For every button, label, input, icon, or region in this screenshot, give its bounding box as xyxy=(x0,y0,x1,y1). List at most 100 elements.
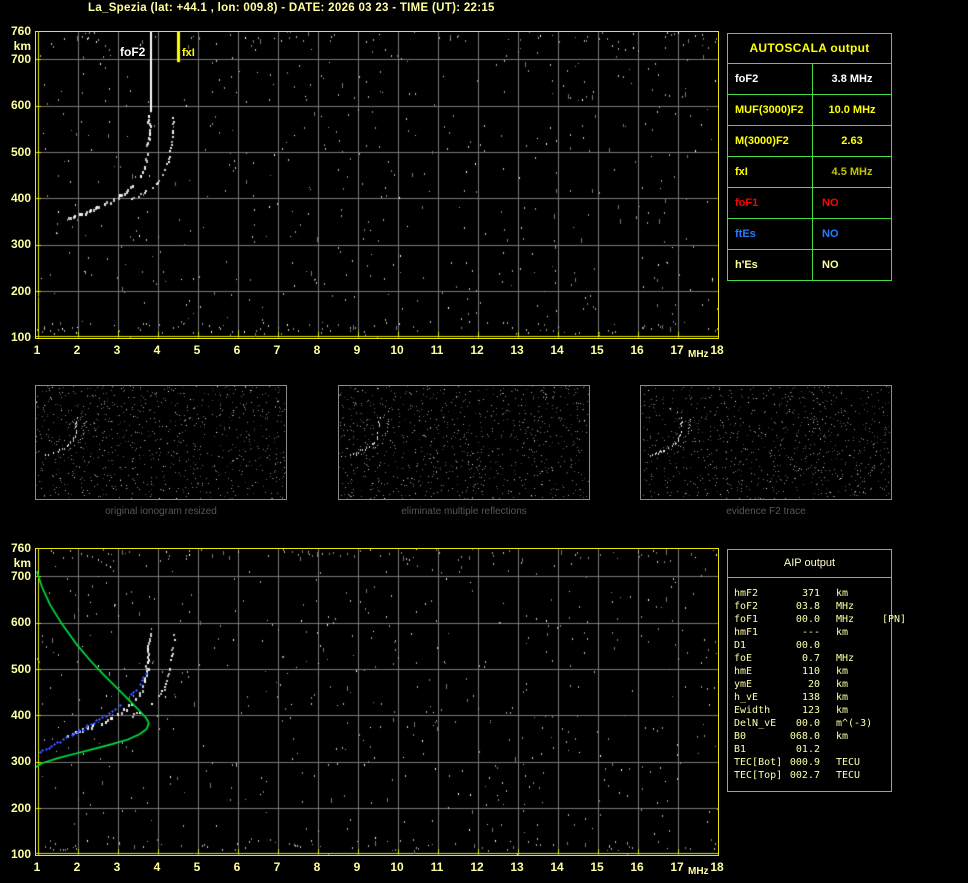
y-axis-tick-label: 300 xyxy=(10,237,31,252)
x-axis-tick-label: 4 xyxy=(153,343,161,357)
y-axis-tick-label: 700 xyxy=(10,51,31,66)
y-axis-tick-label: 760 xyxy=(10,24,31,38)
autoscala-row-label: h'Es xyxy=(728,250,813,280)
autoscala-row: fxI 4.5 MHz xyxy=(728,157,891,188)
aip-row-label: TEC[Bot] xyxy=(734,757,783,768)
x-axis-tick-label: 12 xyxy=(470,343,484,357)
aip-row-unit: km xyxy=(836,666,849,677)
x-axis-tick-label: 5 xyxy=(193,343,201,357)
autoscala-row: h'Es NO xyxy=(728,250,891,280)
thumbnail-canvas xyxy=(36,386,286,499)
y-axis-tick-label: 200 xyxy=(10,283,31,298)
autoscala-row-value: 3.8 MHz xyxy=(831,73,873,85)
x-axis-tick-label: 4 xyxy=(153,860,161,874)
thumbnail-caption: original ionogram resized xyxy=(105,506,217,517)
aip-row-label: TEC[Top] xyxy=(734,770,783,781)
autoscala-row-value: NO xyxy=(822,259,839,271)
x-axis-tick-label: 11 xyxy=(430,860,444,874)
aip-row-value: 000.9 xyxy=(789,757,820,768)
x-axis-tick-label: 1 xyxy=(33,343,41,357)
aip-row: B0 068.0 km xyxy=(734,730,891,743)
bottom-plot-frame xyxy=(35,548,719,856)
aip-row: hmF2 371 km xyxy=(734,587,891,600)
x-axis-tick-label: 8 xyxy=(313,343,321,357)
aip-row-value: 0.7 xyxy=(801,653,820,664)
aip-row-value: --- xyxy=(801,627,820,638)
thumbnail-evidence-f2 xyxy=(640,385,892,500)
aip-row: DelN_vE 00.0 m^(-3) xyxy=(734,717,891,730)
aip-row-label: foE xyxy=(734,653,753,664)
top-plot-frame: foF2 fxI xyxy=(35,31,719,339)
aip-row-unit: MHz xyxy=(836,601,855,612)
y-axis-tick-label: 100 xyxy=(10,330,31,344)
x-axis-tick-label: 9 xyxy=(353,860,361,874)
y-axis-tick-label: 500 xyxy=(10,661,31,676)
aip-row-value: 110 xyxy=(801,666,820,677)
aip-row-label: hmF1 xyxy=(734,627,759,638)
x-axis-tick-label: 16 xyxy=(630,343,644,357)
thumbnail-canvas xyxy=(641,386,891,499)
autoscala-row-label: ftEs xyxy=(728,219,813,249)
aip-row-value: 371 xyxy=(801,588,820,599)
x-axis-tick-label: 13 xyxy=(510,860,524,874)
autoscala-rows: foF2 3.8 MHz MUF(3000)F2 10.0 MHz M(3000)F2 2… xyxy=(728,64,891,280)
aip-row-label: h_vE xyxy=(734,692,759,703)
x-axis-tick-label: 7 xyxy=(273,860,281,874)
x-axis-tick-label: 6 xyxy=(233,343,241,357)
aip-header: AIP output xyxy=(728,550,891,578)
x-axis-tick-label: 11 xyxy=(430,343,444,357)
y-axis-tick-label: 760 xyxy=(10,541,31,555)
aip-row-label: B0 xyxy=(734,731,747,742)
aip-row-value: 00.0 xyxy=(795,718,820,729)
autoscala-row-value: NO xyxy=(822,197,839,209)
x-axis-tick-label: 5 xyxy=(193,860,201,874)
x-axis-tick-label: 7 xyxy=(273,343,281,357)
y-axis-tick-label: 100 xyxy=(10,847,31,861)
autoscala-row-label: foF2 xyxy=(728,64,813,94)
x-axis-tick-label: 2 xyxy=(73,860,81,874)
thumbnail-caption: evidence F2 trace xyxy=(726,506,806,517)
thumbnail-caption: eliminate multiple reflections xyxy=(401,506,527,517)
autoscala-row-value: 2.63 xyxy=(841,135,863,147)
aip-row-unit xyxy=(836,639,882,652)
autoscala-row-label: fxI xyxy=(728,157,813,187)
autoscala-row-label: foF1 xyxy=(728,188,813,218)
aip-row-value: 123 xyxy=(801,705,820,716)
aip-row: h_vE 138 km xyxy=(734,691,891,704)
x-axis-tick-label: 18 xyxy=(710,860,724,874)
autoscala-row-label: MUF(3000)F2 xyxy=(728,95,813,125)
x-axis-tick-label: 2 xyxy=(73,343,81,357)
aip-row-value: 068.0 xyxy=(789,731,820,742)
aip-row-value: 20 xyxy=(807,679,820,690)
x-axis-tick-label: 14 xyxy=(550,343,564,357)
y-axis-tick-label: 600 xyxy=(10,615,31,630)
thumbnail-canvas xyxy=(339,386,589,499)
thumbnail-eliminate-reflections xyxy=(338,385,590,500)
aip-row-label: foF2 xyxy=(734,601,759,612)
aip-row-unit: km xyxy=(836,731,849,742)
x-axis-tick-label: 12 xyxy=(470,860,484,874)
aip-row-value: 002.7 xyxy=(789,770,820,781)
autoscala-row: M(3000)F2 2.63 xyxy=(728,126,891,157)
x-axis-tick-label: 17 xyxy=(670,860,684,874)
aip-row-unit xyxy=(836,743,882,756)
top-ionogram-canvas xyxy=(36,32,718,338)
x-axis-tick-label: 15 xyxy=(590,860,604,874)
autoscala-row: ftEs NO xyxy=(728,219,891,250)
autoscala-row-value: 10.0 MHz xyxy=(828,104,876,116)
autoscala-row: foF2 3.8 MHz xyxy=(728,64,891,95)
y-axis-tick-label: 600 xyxy=(10,98,31,113)
aip-row: TEC[Bot] 000.9 TECU xyxy=(734,756,891,769)
aip-row-value: 03.8 xyxy=(795,601,820,612)
x-axis-tick-label: 8 xyxy=(313,860,321,874)
aip-row: hmE 110 km xyxy=(734,665,891,678)
aip-row-label: B1 xyxy=(734,744,747,755)
aip-row: hmF1 --- km xyxy=(734,626,891,639)
x-axis-tick-label: 16 xyxy=(630,860,644,874)
aip-row: D1 00.0 xyxy=(734,639,891,652)
aip-row-value: 00.0 xyxy=(795,614,820,625)
aip-row: TEC[Top] 002.7 TECU xyxy=(734,769,891,782)
x-axis-tick-label: 14 xyxy=(550,860,564,874)
aip-row-unit: TECU xyxy=(836,770,861,781)
fof2-marker-label: foF2 xyxy=(120,45,146,59)
